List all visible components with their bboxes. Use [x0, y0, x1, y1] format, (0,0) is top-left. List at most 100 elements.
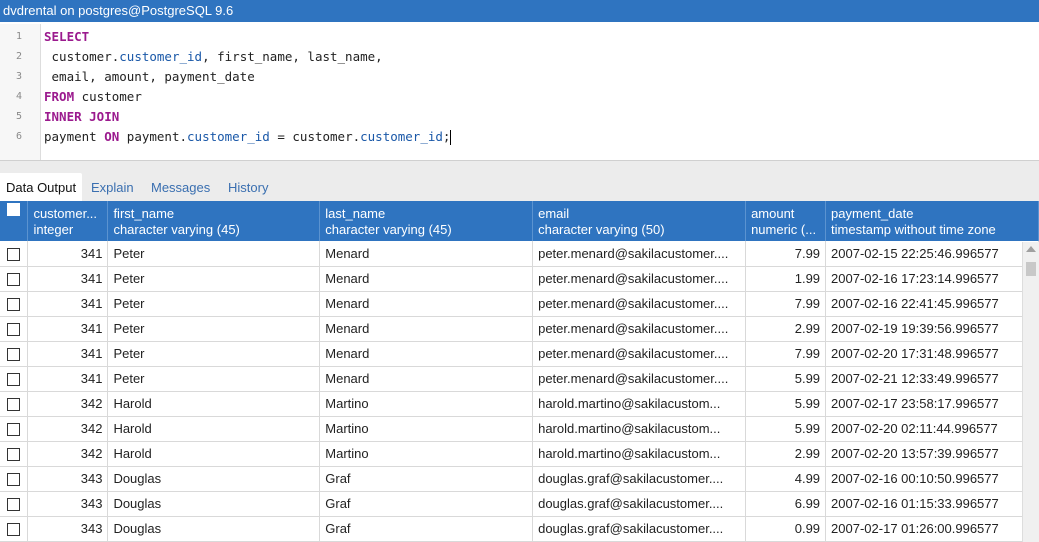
- cell-payment-date[interactable]: 2007-02-20 13:57:39.996577: [825, 441, 1039, 467]
- column-header-last-name[interactable]: last_name character varying (45): [319, 201, 534, 241]
- cell-email[interactable]: peter.menard@sakilacustomer....: [532, 341, 747, 367]
- cell-amount[interactable]: 1.99: [745, 266, 827, 292]
- cell-payment-date[interactable]: 2007-02-19 19:39:56.996577: [825, 316, 1039, 342]
- cell-customer-id[interactable]: 343: [27, 466, 109, 492]
- cell-amount[interactable]: 7.99: [745, 341, 827, 367]
- table-row[interactable]: 341 Peter Menard peter.menard@sakilacustome…: [0, 366, 1039, 392]
- cell-amount[interactable]: 5.99: [745, 416, 827, 442]
- cell-amount[interactable]: 4.99: [745, 466, 827, 492]
- cell-customer-id[interactable]: 341: [27, 341, 109, 367]
- row-checkbox[interactable]: [0, 441, 29, 467]
- sql-editor[interactable]: 123456 SELECT customer.customer_id, firs…: [0, 24, 1039, 161]
- cell-customer-id[interactable]: 341: [27, 366, 109, 392]
- cell-amount[interactable]: 5.99: [745, 366, 827, 392]
- scroll-up-arrow-icon[interactable]: [1026, 246, 1036, 252]
- row-checkbox[interactable]: [0, 341, 29, 367]
- column-header-email[interactable]: email character varying (50): [532, 201, 747, 241]
- cell-first-name[interactable]: Douglas: [107, 466, 321, 492]
- tab-messages[interactable]: Messages: [145, 173, 216, 201]
- cell-customer-id[interactable]: 341: [27, 266, 109, 292]
- panel-splitter[interactable]: [0, 161, 1039, 169]
- cell-customer-id[interactable]: 341: [27, 316, 109, 342]
- cell-last-name[interactable]: Menard: [319, 241, 534, 267]
- table-row[interactable]: 341 Peter Menard peter.menard@sakilacustome…: [0, 341, 1039, 367]
- table-row[interactable]: 343 Douglas Graf douglas.graf@sakilacustome…: [0, 466, 1039, 492]
- tab-data-output[interactable]: Data Output: [0, 173, 83, 201]
- cell-last-name[interactable]: Graf: [319, 466, 534, 492]
- cell-last-name[interactable]: Martino: [319, 416, 534, 442]
- table-row[interactable]: 342 Harold Martino harold.martino@sakilacus…: [0, 441, 1039, 467]
- cell-first-name[interactable]: Peter: [107, 341, 321, 367]
- cell-amount[interactable]: 6.99: [745, 491, 827, 517]
- scroll-thumb[interactable]: [1026, 262, 1036, 276]
- column-header-customer-id[interactable]: customer... integer: [27, 201, 109, 241]
- cell-first-name[interactable]: Peter: [107, 316, 321, 342]
- select-all-checkbox[interactable]: [0, 201, 29, 241]
- cell-payment-date[interactable]: 2007-02-15 22:25:46.996577: [825, 241, 1039, 267]
- cell-first-name[interactable]: Harold: [107, 441, 321, 467]
- cell-last-name[interactable]: Martino: [319, 391, 534, 417]
- grid-vertical-scrollbar[interactable]: [1022, 242, 1039, 542]
- cell-last-name[interactable]: Menard: [319, 266, 534, 292]
- table-row[interactable]: 343 Douglas Graf douglas.graf@sakilacustome…: [0, 516, 1039, 542]
- cell-email[interactable]: douglas.graf@sakilacustomer....: [532, 516, 747, 542]
- code-line[interactable]: payment ON payment.customer_id = custome…: [44, 127, 452, 147]
- row-checkbox[interactable]: [0, 391, 29, 417]
- table-row[interactable]: 341 Peter Menard peter.menard@sakilacustome…: [0, 266, 1039, 292]
- row-checkbox[interactable]: [0, 241, 29, 267]
- cell-payment-date[interactable]: 2007-02-16 00:10:50.996577: [825, 466, 1039, 492]
- cell-email[interactable]: peter.menard@sakilacustomer....: [532, 241, 747, 267]
- row-checkbox[interactable]: [0, 516, 29, 542]
- cell-first-name[interactable]: Peter: [107, 241, 321, 267]
- cell-first-name[interactable]: Peter: [107, 366, 321, 392]
- cell-payment-date[interactable]: 2007-02-21 12:33:49.996577: [825, 366, 1039, 392]
- row-checkbox[interactable]: [0, 316, 29, 342]
- cell-amount[interactable]: 7.99: [745, 291, 827, 317]
- column-header-first-name[interactable]: first_name character varying (45): [107, 201, 321, 241]
- cell-email[interactable]: douglas.graf@sakilacustomer....: [532, 466, 747, 492]
- cell-amount[interactable]: 5.99: [745, 391, 827, 417]
- code-line[interactable]: email, amount, payment_date: [44, 67, 255, 87]
- cell-email[interactable]: douglas.graf@sakilacustomer....: [532, 491, 747, 517]
- cell-customer-id[interactable]: 341: [27, 291, 109, 317]
- tab-history[interactable]: History: [222, 173, 274, 201]
- cell-payment-date[interactable]: 2007-02-20 02:11:44.996577: [825, 416, 1039, 442]
- cell-customer-id[interactable]: 343: [27, 491, 109, 517]
- row-checkbox[interactable]: [0, 291, 29, 317]
- cell-amount[interactable]: 2.99: [745, 316, 827, 342]
- cell-customer-id[interactable]: 342: [27, 416, 109, 442]
- table-row[interactable]: 343 Douglas Graf douglas.graf@sakilacustome…: [0, 491, 1039, 517]
- cell-payment-date[interactable]: 2007-02-17 23:58:17.996577: [825, 391, 1039, 417]
- cell-first-name[interactable]: Harold: [107, 416, 321, 442]
- cell-first-name[interactable]: Douglas: [107, 491, 321, 517]
- table-row[interactable]: 341 Peter Menard peter.menard@sakilacustome…: [0, 291, 1039, 317]
- cell-payment-date[interactable]: 2007-02-16 17:23:14.996577: [825, 266, 1039, 292]
- column-header-amount[interactable]: amount numeric (...: [745, 201, 827, 241]
- row-checkbox[interactable]: [0, 266, 29, 292]
- cell-last-name[interactable]: Menard: [319, 291, 534, 317]
- cell-email[interactable]: peter.menard@sakilacustomer....: [532, 266, 747, 292]
- cell-last-name[interactable]: Graf: [319, 491, 534, 517]
- cell-customer-id[interactable]: 343: [27, 516, 109, 542]
- row-checkbox[interactable]: [0, 491, 29, 517]
- cell-amount[interactable]: 0.99: [745, 516, 827, 542]
- row-checkbox[interactable]: [0, 416, 29, 442]
- cell-payment-date[interactable]: 2007-02-16 01:15:33.996577: [825, 491, 1039, 517]
- cell-email[interactable]: peter.menard@sakilacustomer....: [532, 366, 747, 392]
- cell-email[interactable]: peter.menard@sakilacustomer....: [532, 316, 747, 342]
- cell-last-name[interactable]: Menard: [319, 316, 534, 342]
- cell-payment-date[interactable]: 2007-02-16 22:41:45.996577: [825, 291, 1039, 317]
- cell-last-name[interactable]: Menard: [319, 341, 534, 367]
- cell-customer-id[interactable]: 341: [27, 241, 109, 267]
- table-row[interactable]: 341 Peter Menard peter.menard@sakilacustome…: [0, 241, 1039, 267]
- cell-first-name[interactable]: Harold: [107, 391, 321, 417]
- code-line[interactable]: INNER JOIN: [44, 107, 119, 127]
- tab-explain[interactable]: Explain: [85, 173, 140, 201]
- cell-first-name[interactable]: Douglas: [107, 516, 321, 542]
- column-header-payment-date[interactable]: payment_date timestamp without time zone: [825, 201, 1039, 241]
- cell-last-name[interactable]: Martino: [319, 441, 534, 467]
- cell-customer-id[interactable]: 342: [27, 441, 109, 467]
- table-row[interactable]: 342 Harold Martino harold.martino@sakilacus…: [0, 416, 1039, 442]
- cell-last-name[interactable]: Menard: [319, 366, 534, 392]
- row-checkbox[interactable]: [0, 466, 29, 492]
